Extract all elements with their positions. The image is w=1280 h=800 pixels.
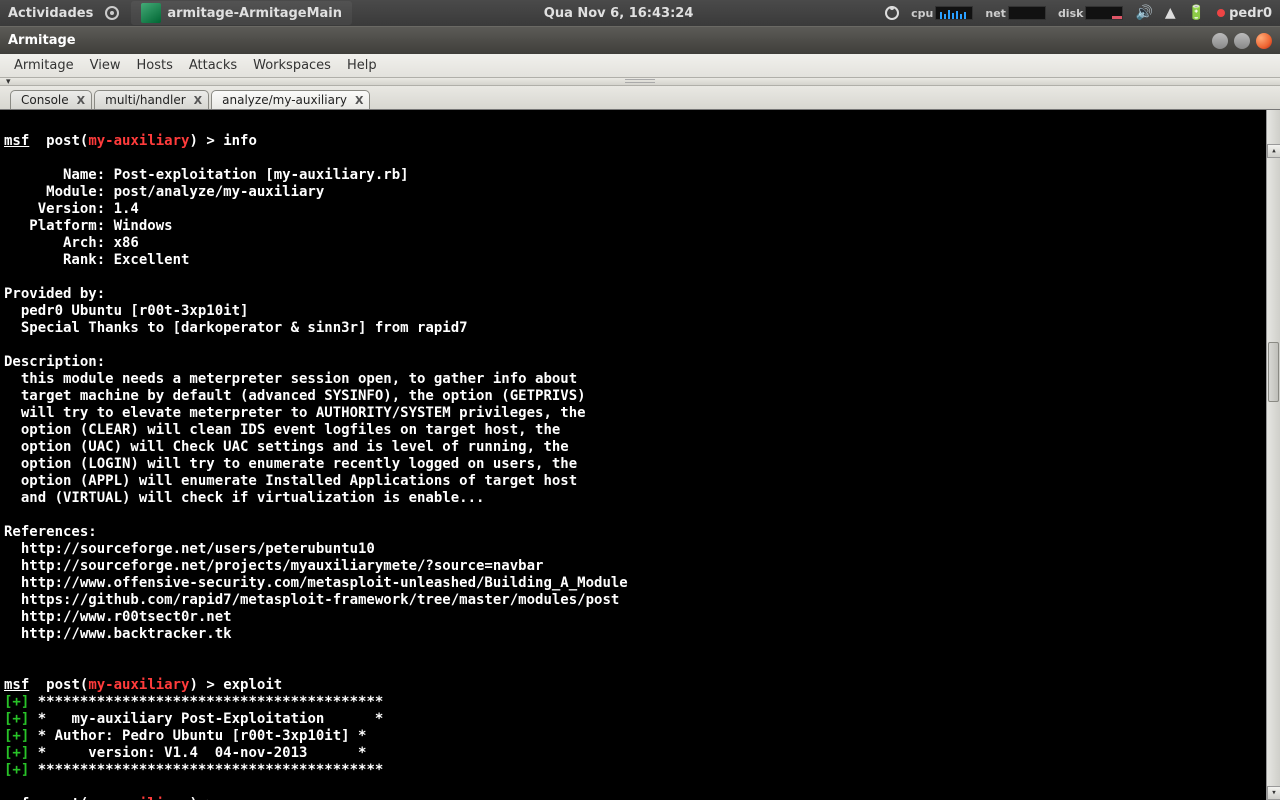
console-output: msf post(my-auxiliary) > info Name: Post… bbox=[0, 110, 1266, 800]
disk-monitor[interactable]: disk bbox=[1058, 6, 1124, 20]
accessibility-icon[interactable] bbox=[885, 6, 899, 20]
console-pane[interactable]: msf post(my-auxiliary) > info Name: Post… bbox=[0, 110, 1280, 800]
clock-label[interactable]: Qua Nov 6, 16:43:24 bbox=[544, 6, 694, 21]
menu-workspaces[interactable]: Workspaces bbox=[247, 56, 337, 75]
expand-arrow-icon[interactable]: ▾ bbox=[6, 77, 11, 87]
tab-label: analyze/my-auxiliary bbox=[222, 93, 347, 107]
armitage-app-icon bbox=[141, 3, 161, 23]
taskbar-app-button[interactable]: armitage-ArmitageMain bbox=[131, 1, 352, 25]
net-graph bbox=[1008, 6, 1046, 20]
console-scrollbar[interactable]: ▴ ▾ bbox=[1266, 110, 1280, 800]
disk-graph bbox=[1085, 6, 1123, 20]
cpu-monitor[interactable]: cpu bbox=[911, 6, 973, 20]
scroll-thumb[interactable] bbox=[1268, 342, 1279, 402]
tab-close-icon[interactable]: X bbox=[355, 94, 363, 107]
tab-label: multi/handler bbox=[105, 93, 186, 107]
wifi-icon[interactable]: ▲ bbox=[1165, 5, 1176, 21]
tab-multi-handler[interactable]: multi/handler X bbox=[94, 90, 209, 109]
user-menu[interactable]: pedr0 bbox=[1217, 6, 1272, 21]
volume-icon[interactable]: 🔊 bbox=[1135, 5, 1152, 21]
window-close-button[interactable] bbox=[1256, 33, 1272, 49]
window-titlebar[interactable]: Armitage bbox=[0, 26, 1280, 54]
tab-console[interactable]: Console X bbox=[10, 90, 92, 109]
tab-label: Console bbox=[21, 93, 69, 107]
desktop-topbar: Actividades armitage-ArmitageMain Qua No… bbox=[0, 0, 1280, 26]
battery-icon[interactable]: 🔋 bbox=[1188, 5, 1205, 21]
tab-close-icon[interactable]: X bbox=[77, 94, 85, 107]
menu-help[interactable]: Help bbox=[341, 56, 383, 75]
collapsed-pane-strip[interactable]: ▾ bbox=[0, 78, 1280, 86]
scroll-down-button[interactable]: ▾ bbox=[1267, 786, 1280, 800]
window-maximize-button[interactable] bbox=[1234, 33, 1250, 49]
tab-close-icon[interactable]: X bbox=[194, 94, 202, 107]
activities-button[interactable]: Actividades bbox=[8, 6, 93, 21]
menu-view[interactable]: View bbox=[84, 56, 127, 75]
app-menubar: Armitage View Hosts Attacks Workspaces H… bbox=[0, 54, 1280, 78]
net-monitor[interactable]: net bbox=[985, 6, 1046, 20]
apps-icon[interactable] bbox=[105, 6, 119, 20]
taskbar-app-label: armitage-ArmitageMain bbox=[167, 6, 342, 21]
window-minimize-button[interactable] bbox=[1212, 33, 1228, 49]
menu-hosts[interactable]: Hosts bbox=[130, 56, 178, 75]
menu-attacks[interactable]: Attacks bbox=[183, 56, 243, 75]
tab-row: Console X multi/handler X analyze/my-aux… bbox=[0, 86, 1280, 110]
scroll-track[interactable] bbox=[1267, 124, 1280, 786]
splitter-grip-icon[interactable] bbox=[625, 79, 655, 83]
user-status-icon bbox=[1217, 9, 1225, 17]
window-title: Armitage bbox=[8, 33, 76, 48]
tab-analyze-my-auxiliary[interactable]: analyze/my-auxiliary X bbox=[211, 90, 370, 109]
menu-armitage[interactable]: Armitage bbox=[8, 56, 80, 75]
cpu-graph bbox=[935, 6, 973, 20]
